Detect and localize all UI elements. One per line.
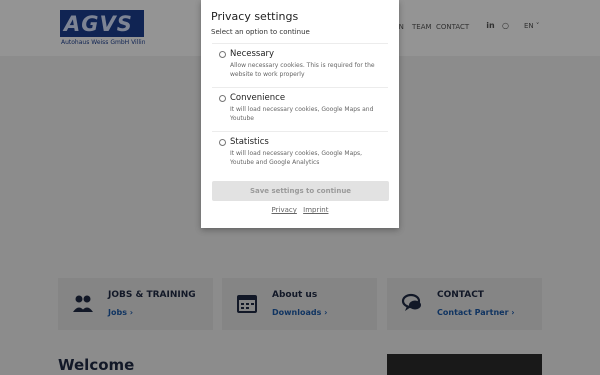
privacy-settings-dialog: Privacy settings Select an option to con… [201,0,399,228]
imprint-link[interactable]: Imprint [303,206,328,214]
save-settings-button[interactable]: Save settings to continue [212,181,389,201]
option-description: It will load necessary cookies, Google M… [230,106,374,122]
option-description: Allow necessary cookies. This is require… [230,62,375,78]
option-convenience[interactable]: Convenience It will load necessary cooki… [212,87,388,128]
radio-statistics[interactable] [219,139,226,146]
option-necessary[interactable]: Necessary Allow necessary cookies. This … [212,43,388,84]
option-label: Necessary [230,49,275,59]
privacy-link[interactable]: Privacy [272,206,297,214]
dialog-subtitle: Select an option to continue [211,28,310,36]
option-label: Statistics [230,137,269,147]
radio-convenience[interactable] [219,95,226,102]
option-description: It will load necessary cookies, Google M… [230,150,363,166]
radio-necessary[interactable] [219,51,226,58]
option-label: Convenience [230,93,286,103]
dialog-title: Privacy settings [211,10,299,23]
dialog-footer-links: Privacy Imprint [201,206,399,214]
option-statistics[interactable]: Statistics It will load necessary cookie… [212,131,388,172]
